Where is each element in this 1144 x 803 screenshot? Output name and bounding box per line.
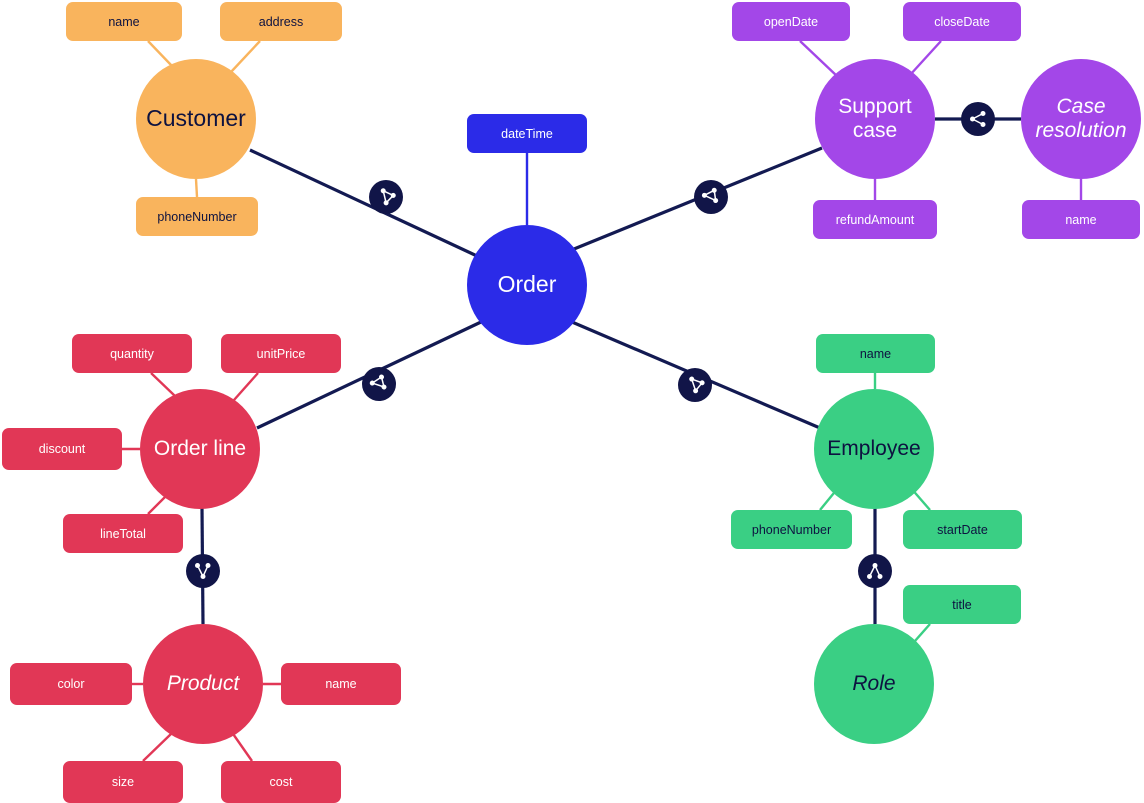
attribute-pill-customer-name[interactable]: name — [66, 2, 182, 41]
relationship-badge-customer-order[interactable] — [369, 180, 403, 214]
attribute-pill-support-opendate[interactable]: openDate — [732, 2, 850, 41]
relationship-fork-down-icon — [192, 560, 214, 582]
attribute-label-employee-startdate: startDate — [937, 522, 988, 537]
entity-node-role[interactable]: Role — [814, 624, 934, 744]
relationship-node-icon — [375, 186, 397, 208]
attribute-label-customer-phone: phoneNumber — [157, 209, 237, 224]
attribute-pill-product-color[interactable]: color — [10, 663, 132, 705]
attribute-pill-support-closedate[interactable]: closeDate — [903, 2, 1021, 41]
entity-node-customer[interactable]: Customer — [136, 59, 256, 179]
attribute-pill-product-cost[interactable]: cost — [221, 761, 341, 803]
attribute-pill-orderline-unitprice[interactable]: unitPrice — [221, 334, 341, 373]
entity-label-support: Support case — [838, 95, 912, 142]
entity-node-employee[interactable]: Employee — [814, 389, 934, 509]
attribute-label-orderline-linetotal: lineTotal — [100, 526, 146, 541]
attribute-label-support-opendate: openDate — [763, 14, 819, 29]
attribute-label-customer-name: name — [108, 14, 140, 29]
attribute-pill-employee-startdate[interactable]: startDate — [903, 510, 1022, 549]
attribute-pill-orderline-discount[interactable]: discount — [2, 428, 122, 470]
entity-node-support[interactable]: Support case — [815, 59, 935, 179]
entity-label-role: Role — [852, 672, 896, 696]
relationship-share-icon — [967, 108, 989, 130]
attribute-label-support-closedate: closeDate — [934, 14, 990, 29]
attribute-label-role-title: title — [952, 597, 972, 612]
attribute-label-order-datetime: dateTime — [501, 126, 553, 141]
relationship-badge-orderline-order[interactable] — [362, 367, 396, 401]
attribute-pill-support-refund[interactable]: refundAmount — [813, 200, 937, 239]
entity-label-resolution: Case resolution — [1035, 95, 1127, 142]
relationship-badge-employee-role[interactable] — [858, 554, 892, 588]
attribute-pill-resolution-name[interactable]: name — [1022, 200, 1140, 239]
relationship-node-icon — [684, 374, 706, 396]
attribute-pill-orderline-linetotal[interactable]: lineTotal — [63, 514, 183, 553]
relationship-fork-up-icon — [864, 560, 886, 582]
entity-node-resolution[interactable]: Case resolution — [1021, 59, 1141, 179]
attribute-pill-customer-address[interactable]: address — [220, 2, 342, 41]
attribute-label-resolution-name: name — [1065, 212, 1097, 227]
attribute-edge-orderline-quantity — [150, 372, 176, 397]
attribute-pill-customer-phone[interactable]: phoneNumber — [136, 197, 258, 236]
relationship-badge-orderline-product[interactable] — [186, 554, 220, 588]
relationship-badge-order-support[interactable] — [694, 180, 728, 214]
attribute-pill-employee-name[interactable]: name — [816, 334, 935, 373]
attribute-edge-customer-name — [147, 40, 173, 67]
attribute-label-employee-name: name — [859, 346, 892, 361]
attribute-label-product-color: color — [57, 677, 85, 691]
attribute-label-orderline-unitprice: unitPrice — [256, 346, 306, 361]
relationship-edge-customer-order — [249, 148, 478, 258]
attribute-edge-customer-address — [230, 40, 261, 73]
attribute-edge-orderline-unitprice — [233, 372, 259, 401]
attribute-label-support-refund: refundAmount — [835, 212, 915, 227]
attribute-label-product-name: name — [325, 677, 357, 691]
attribute-edges — [122, 40, 1083, 762]
attribute-edge-support-closedate — [909, 40, 942, 76]
attribute-label-customer-address: address — [258, 14, 304, 29]
attribute-pill-product-size[interactable]: size — [63, 761, 183, 803]
entity-label-employee: Employee — [827, 437, 921, 461]
attribute-pill-product-name[interactable]: name — [281, 663, 401, 705]
entity-node-product[interactable]: Product — [143, 624, 263, 744]
relationship-node-icon — [368, 373, 390, 395]
entity-label-orderline: Order line — [153, 437, 247, 461]
attribute-pill-order-datetime[interactable]: dateTime — [467, 114, 587, 153]
attribute-label-orderline-discount: discount — [38, 442, 86, 456]
attribute-label-employee-phone: phoneNumber — [751, 522, 832, 537]
attribute-label-orderline-quantity: quantity — [110, 346, 154, 361]
attribute-pill-orderline-quantity[interactable]: quantity — [72, 334, 192, 373]
attribute-pill-employee-phone[interactable]: phoneNumber — [731, 510, 852, 549]
relationship-badge-order-employee[interactable] — [678, 368, 712, 402]
attribute-edge-customer-phone — [194, 178, 199, 198]
entity-label-product: Product — [166, 672, 240, 696]
attribute-label-product-cost: cost — [269, 775, 293, 789]
entity-label-order: Order — [497, 271, 557, 298]
entity-node-orderline[interactable]: Order line — [140, 389, 260, 509]
attribute-edge-product-size — [142, 732, 173, 762]
attribute-label-product-size: size — [111, 775, 135, 789]
er-diagram-canvas: Customer Order Support case Case resolution… — [0, 0, 1144, 803]
attribute-pill-role-title[interactable]: title — [903, 585, 1021, 624]
entity-label-customer: Customer — [146, 105, 246, 132]
entity-node-order[interactable]: Order — [467, 225, 587, 345]
relationship-badge-support-resolution[interactable] — [961, 102, 995, 136]
attribute-edge-support-opendate — [799, 40, 839, 78]
relationship-node-icon — [700, 186, 722, 208]
attribute-edge-product-cost — [230, 730, 253, 762]
